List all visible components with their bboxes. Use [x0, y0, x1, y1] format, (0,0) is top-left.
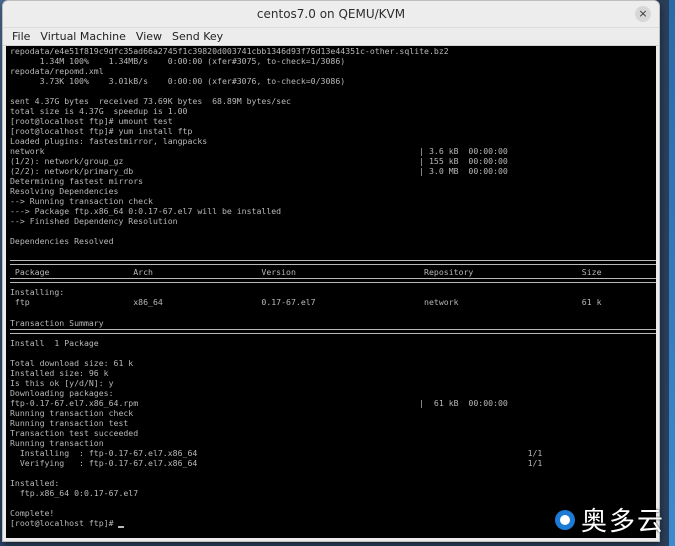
terminal-line: Installed: [10, 478, 60, 488]
menu-file[interactable]: File [7, 30, 35, 43]
terminal-line: Running transaction [10, 438, 104, 448]
table-rule [10, 278, 656, 283]
close-button[interactable]: × [635, 6, 651, 22]
terminal-line: Installed size: 96 k [10, 368, 109, 378]
terminal-line: Running transaction check [10, 408, 134, 418]
table-rule [10, 329, 656, 334]
terminal-line: ftp.x86_64 0:0.17-67.el7 [10, 488, 139, 498]
terminal-line: Is this ok [y/d/N]: y [10, 378, 114, 388]
close-icon: × [638, 7, 648, 20]
title-bar[interactable]: centos7.0 on QEMU/KVM × [3, 1, 659, 28]
vm-window: centos7.0 on QEMU/KVM × File Virtual Mac… [2, 0, 660, 542]
terminal-line: ---> Package ftp.x86_64 0:0.17-67.el7 wi… [10, 206, 282, 216]
terminal-line: Transaction test succeeded [10, 428, 139, 438]
terminal-line: network | 3.6 kB 00:00:00 [10, 146, 508, 156]
terminal-line: ftp-0.17-67.el7.x86_64.rpm | 61 kB 00:00… [10, 398, 508, 408]
terminal-line: Total download size: 61 k [10, 358, 134, 368]
terminal-line: sent 4.37G bytes received 73.69K bytes 6… [10, 96, 291, 106]
terminal-line: repodata/repomd.xml [10, 66, 104, 76]
terminal-line: Determining fastest mirrors [10, 176, 144, 186]
vm-console-screen[interactable]: repodata/e4e51f819c9dfc35ad66a2745f1c398… [6, 46, 656, 538]
prompt-text: [root@localhost ftp]# [10, 518, 119, 528]
terminal-prompt[interactable]: [root@localhost ftp]# [10, 518, 125, 528]
watermark-text: 奥多云 [580, 507, 665, 537]
terminal-line: Installing : ftp-0.17-67.el7.x86_64 1/1 [10, 448, 543, 458]
terminal-line: --> Running transaction check [10, 196, 153, 206]
terminal-line: 3.73K 100% 3.01kB/s 0:00:00 (xfer#3076, … [10, 76, 346, 86]
terminal-line: (2/2): network/primary_db | 3.0 MB 00:00… [10, 166, 508, 176]
terminal-line: (1/2): network/group_gz | 155 kB 00:00:0… [10, 156, 508, 166]
terminal-line: total size is 4.37G speedup is 1.00 [10, 106, 188, 116]
terminal-line: --> Finished Dependency Resolution [10, 216, 178, 226]
terminal-line: 1.34M 100% 1.34MB/s 0:00:00 (xfer#3075, … [10, 56, 346, 66]
watermark: 奥多云 [554, 501, 665, 538]
terminal-line: Installing: [10, 287, 65, 297]
cloud-logo-icon [554, 509, 575, 530]
terminal-line: Install 1 Package [10, 338, 99, 348]
terminal-line: [root@localhost ftp]# yum install ftp [10, 126, 193, 136]
text-cursor [118, 526, 125, 528]
table-rule [10, 260, 656, 265]
terminal-line: Resolving Dependencies [10, 186, 119, 196]
desktop-wallpaper-right [669, 0, 675, 546]
terminal-line: Downloading packages: [10, 388, 114, 398]
menu-virtual-machine[interactable]: Virtual Machine [35, 30, 131, 43]
table-row: ftp x86_64 0.17-67.el7 network 61 k [10, 297, 602, 307]
menu-send-key[interactable]: Send Key [167, 30, 228, 43]
terminal-line: Loaded plugins: fastestmirror, langpacks [10, 136, 208, 146]
terminal-line: Running transaction test [10, 418, 129, 428]
window-title: centos7.0 on QEMU/KVM [256, 7, 406, 21]
terminal-line: Transaction Summary [10, 318, 104, 328]
table-header: Package Arch Version Repository Size [10, 267, 602, 277]
terminal-line: Dependencies Resolved [10, 236, 114, 246]
terminal-line: Complete! [10, 508, 55, 518]
terminal-line: [root@localhost ftp]# umount test [10, 116, 173, 126]
terminal-line: Verifying : ftp-0.17-67.el7.x86_64 1/1 [10, 458, 543, 468]
terminal-line: repodata/e4e51f819c9dfc35ad66a2745f1c398… [10, 46, 449, 56]
menu-view[interactable]: View [131, 30, 167, 43]
menu-bar: File Virtual Machine View Send Key [3, 28, 659, 46]
